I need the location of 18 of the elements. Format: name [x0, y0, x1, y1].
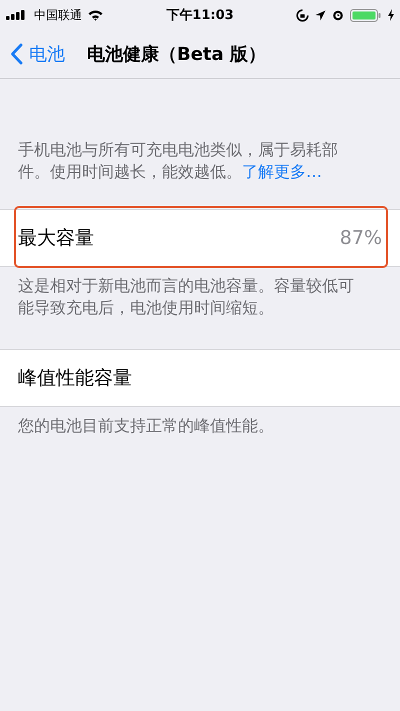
rotation-lock-icon: [296, 8, 309, 22]
charging-bolt-icon: [388, 9, 394, 21]
intro-text: 手机电池与所有可充电电池类似，属于易耗部件。使用时间越长，能效越低。了解更多…: [18, 139, 339, 183]
learn-more-link[interactable]: 了解更多…: [242, 162, 322, 181]
row-label: 最大容量: [18, 226, 94, 251]
battery-icon: [350, 8, 382, 22]
section-footer: 这是相对于新电池而言的电池容量。容量较低可能导致充电后，电池使用时间缩短。: [18, 275, 360, 319]
wifi-icon: [88, 10, 103, 20]
chevron-left-icon: [10, 43, 23, 65]
page-title: 电池健康（Beta 版）: [87, 43, 266, 66]
location-arrow-icon: [315, 10, 326, 20]
alarm-clock-icon: [332, 9, 344, 21]
clock-time: 下午11:03: [166, 7, 234, 24]
carrier-name: 中国联通: [34, 6, 82, 24]
row-value: 87%: [340, 227, 382, 249]
row-label: 峰值性能容量: [18, 366, 132, 391]
back-button[interactable]: 电池: [10, 42, 65, 66]
section-footer: 您的电池目前支持正常的峰值性能。: [18, 415, 360, 437]
